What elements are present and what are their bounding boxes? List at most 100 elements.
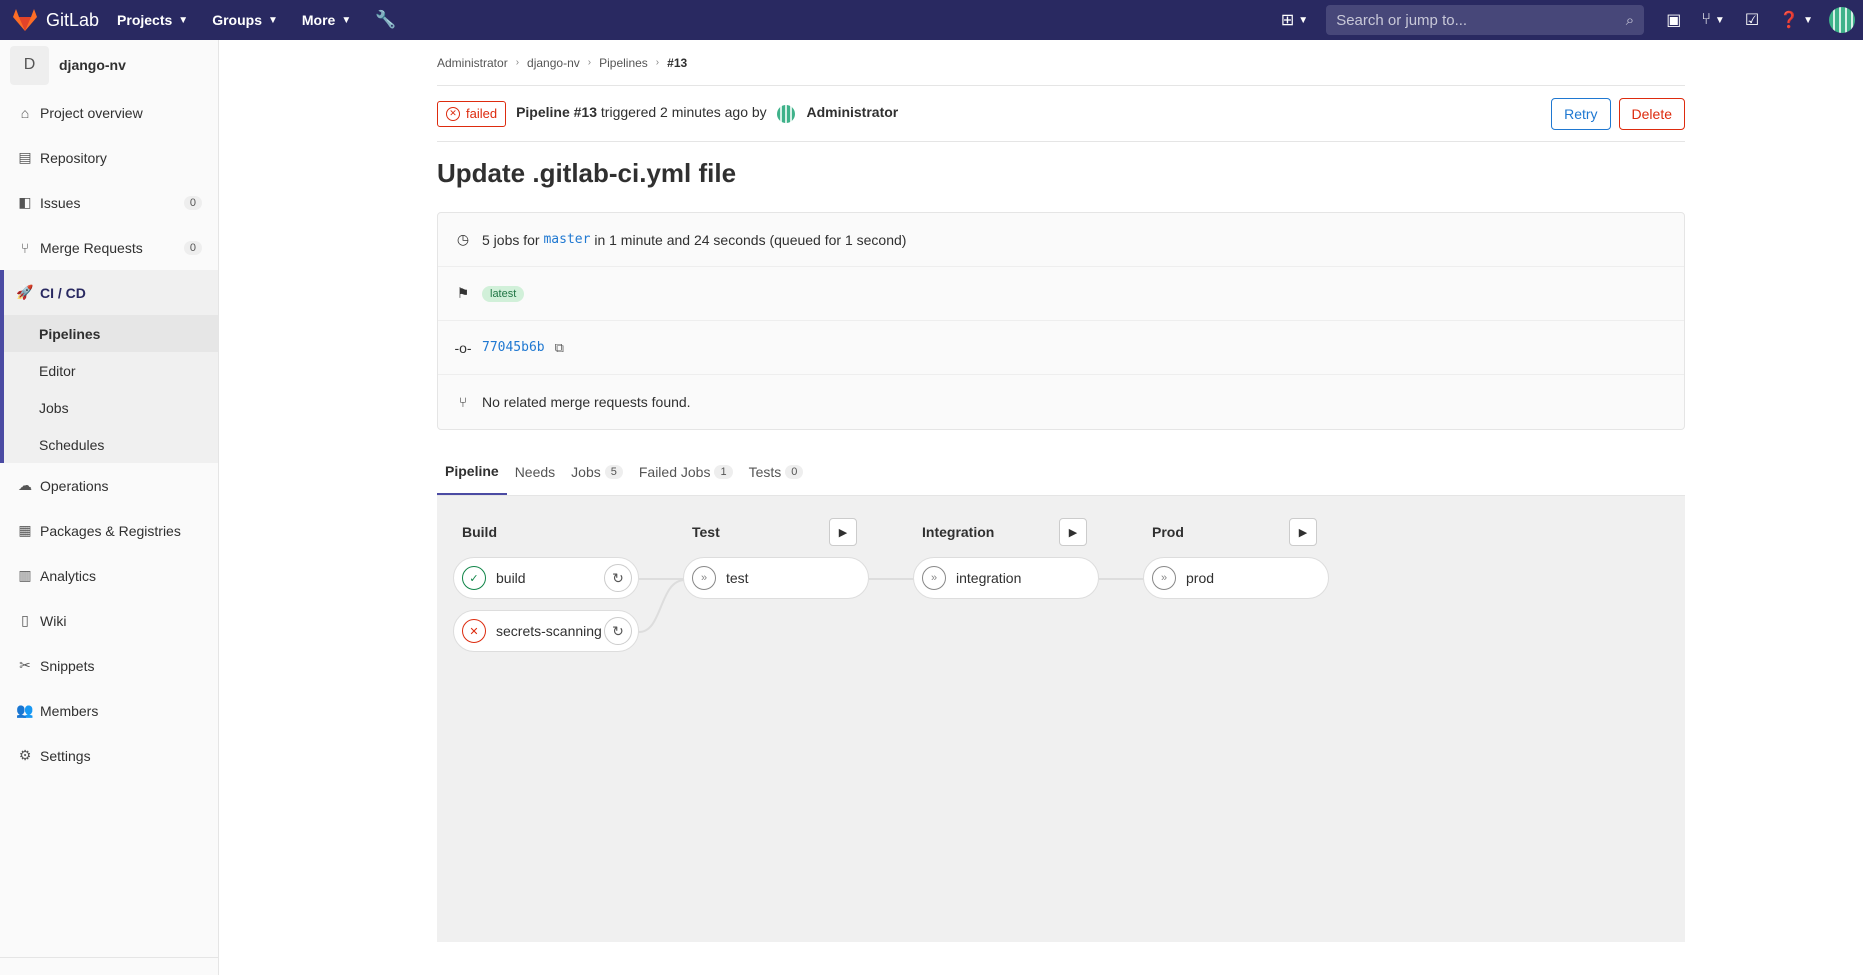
pipeline-user-link[interactable]: Administrator	[806, 104, 898, 120]
sidebar-item-wiki[interactable]: ▯ Wiki	[0, 598, 218, 643]
retry-job-icon[interactable]: ↻	[604, 617, 632, 645]
projects-menu[interactable]: Projects ▼	[117, 12, 188, 28]
sidebar-collapse-bar[interactable]	[0, 957, 218, 975]
jobs-prefix: 5 jobs for	[482, 231, 540, 248]
project-header[interactable]: D django-nv	[0, 40, 218, 90]
tab-tests[interactable]: Tests 0	[741, 449, 812, 495]
sidebar-item-repository[interactable]: ▤ Repository	[0, 135, 218, 180]
breadcrumb-link[interactable]: Pipelines	[599, 56, 648, 70]
job-connector-curve	[639, 579, 685, 633]
commit-sha-link[interactable]: 77045b6b	[482, 340, 545, 355]
search-icon: ⌕	[1625, 11, 1635, 29]
tab-failed-jobs[interactable]: Failed Jobs 1	[631, 449, 741, 495]
tab-needs[interactable]: Needs	[507, 449, 563, 495]
sidebar-subitem-schedules[interactable]: Schedules	[4, 426, 218, 463]
sidebar-item-label: CI / CD	[40, 284, 86, 301]
more-menu[interactable]: More ▼	[302, 12, 351, 28]
search-input[interactable]: Search or jump to... ⌕	[1326, 5, 1645, 35]
commit-row: -o- 77045b6b ⧉	[438, 321, 1684, 375]
stage-name: Build	[462, 524, 497, 540]
commit-icon: -o-	[454, 339, 472, 356]
sidebar-subitem-jobs[interactable]: Jobs	[4, 389, 218, 426]
pipeline-tabs: Pipeline Needs Jobs 5 Failed Jobs 1 Tests 0	[437, 450, 1685, 496]
tab-label: Failed Jobs	[638, 464, 711, 480]
sidebar-subitem-editor[interactable]: Editor	[4, 352, 218, 389]
sidebar-item-label: Operations	[40, 477, 109, 494]
user-avatar[interactable]	[1829, 7, 1855, 33]
sidebar-item-packages[interactable]: ▦ Packages & Registries	[0, 508, 218, 553]
sidebar-item-settings[interactable]: ⚙ Settings	[0, 733, 218, 778]
sidebar-item-label: Analytics	[40, 567, 97, 584]
sidebar-item-label: Members	[40, 702, 99, 719]
tab-jobs[interactable]: Jobs 5	[563, 449, 631, 495]
job-prod[interactable]: » prod	[1143, 557, 1329, 599]
chevron-right-icon: ›	[515, 57, 520, 68]
sidebar-item-issues[interactable]: ◧ Issues 0	[0, 180, 218, 225]
copy-icon[interactable]: ⧉	[555, 340, 564, 356]
groups-menu-label: Groups	[212, 12, 262, 28]
play-stage-button[interactable]: ▶	[1059, 518, 1087, 546]
branch-link[interactable]: master	[543, 232, 590, 247]
sidebar-item-cicd[interactable]: 🚀 CI / CD	[4, 270, 218, 315]
retry-job-icon[interactable]: ↻	[604, 564, 632, 592]
new-dropdown-plus-icon[interactable]: ⊞ ▼	[1281, 10, 1308, 30]
sidebar-item-label: Merge Requests	[40, 239, 143, 256]
sidebar-subitem-pipelines[interactable]: Pipelines	[4, 315, 218, 352]
project-name: django-nv	[59, 57, 126, 73]
delete-button[interactable]: Delete	[1618, 97, 1685, 130]
play-stage-button[interactable]: ▶	[1289, 518, 1317, 546]
top-navbar: GitLab Projects ▼ Groups ▼ More ▼ 🔧 ⊞ ▼ Sea…	[0, 0, 1863, 40]
pipeline-triggered-text: triggered 2 minutes ago by	[600, 104, 767, 121]
tab-pipeline[interactable]: Pipeline	[437, 449, 507, 495]
brand-name: GitLab	[46, 9, 100, 30]
sidebar-item-snippets[interactable]: ✂ Snippets	[0, 643, 218, 688]
job-name: integration	[956, 570, 1022, 586]
issues-icon: ◧	[18, 194, 32, 210]
latest-tag-badge: latest	[482, 285, 525, 302]
success-status-icon: ✓	[462, 566, 486, 590]
status-badge[interactable]: ✕ failed	[437, 100, 507, 127]
gitlab-home-link[interactable]: GitLab	[12, 0, 99, 40]
breadcrumb-link[interactable]: Administrator	[437, 56, 508, 70]
gitlab-logo-icon	[13, 9, 37, 31]
jobs-duration: in 1 minute and 24 seconds (queued for 1…	[594, 231, 907, 248]
sidebar-item-operations[interactable]: ☁ Operations	[0, 463, 218, 508]
breadcrumb-link[interactable]: django-nv	[527, 56, 580, 70]
sidebar-item-label: Wiki	[40, 612, 67, 629]
tab-count-badge: 0	[785, 465, 804, 479]
scissors-icon: ✂	[19, 657, 31, 673]
groups-menu[interactable]: Groups ▼	[212, 12, 278, 28]
pipeline-header: ✕ failed Pipeline #13 triggered 2 minutes…	[437, 86, 1685, 142]
chevron-down-icon: ▼	[267, 14, 278, 26]
more-menu-label: More	[301, 12, 336, 28]
package-icon: ▦	[18, 522, 32, 538]
sidebar-item-members[interactable]: 👥 Members	[0, 688, 218, 733]
job-test[interactable]: » test	[683, 557, 869, 599]
sidebar-item-merge-requests[interactable]: ⑂ Merge Requests 0	[0, 225, 218, 270]
retry-button[interactable]: Retry	[1551, 97, 1611, 130]
job-name: secrets-scanning	[496, 623, 602, 639]
todos-icon[interactable]: ☑	[1745, 10, 1759, 30]
stage-test: Test ▶	[667, 516, 857, 548]
breadcrumb-current[interactable]: #13	[667, 56, 687, 70]
job-build[interactable]: ✓ build ↻	[453, 557, 639, 599]
issues-nav-icon[interactable]: ▣	[1666, 10, 1681, 30]
skipped-status-icon: »	[922, 566, 946, 590]
admin-wrench-icon[interactable]: 🔧	[375, 10, 396, 30]
job-secrets-scanning[interactable]: ✕ secrets-scanning ↻	[453, 610, 639, 652]
sidebar-item-analytics[interactable]: ▥ Analytics	[0, 553, 218, 598]
rocket-icon: 🚀	[16, 284, 34, 300]
play-stage-button[interactable]: ▶	[829, 518, 857, 546]
chart-icon: ▥	[18, 567, 32, 583]
help-icon[interactable]: ❓ ▼	[1779, 10, 1813, 30]
pipeline-summary: Pipeline #13 triggered 2 minutes ago by …	[516, 104, 898, 123]
merge-requests-nav-icon[interactable]: ⑂ ▼	[1701, 11, 1725, 29]
failed-status-icon: ✕	[446, 106, 460, 121]
job-integration[interactable]: » integration	[913, 557, 1099, 599]
gear-icon: ⚙	[18, 747, 32, 763]
home-icon: ⌂	[20, 104, 30, 121]
tab-label: Jobs	[571, 464, 601, 480]
sidebar-item-project-overview[interactable]: ⌂ Project overview	[0, 90, 218, 135]
flag-icon: ⚑	[456, 285, 470, 301]
pipeline-info-panel: ◷ 5 jobs for master in 1 minute and 24 s…	[437, 212, 1685, 430]
